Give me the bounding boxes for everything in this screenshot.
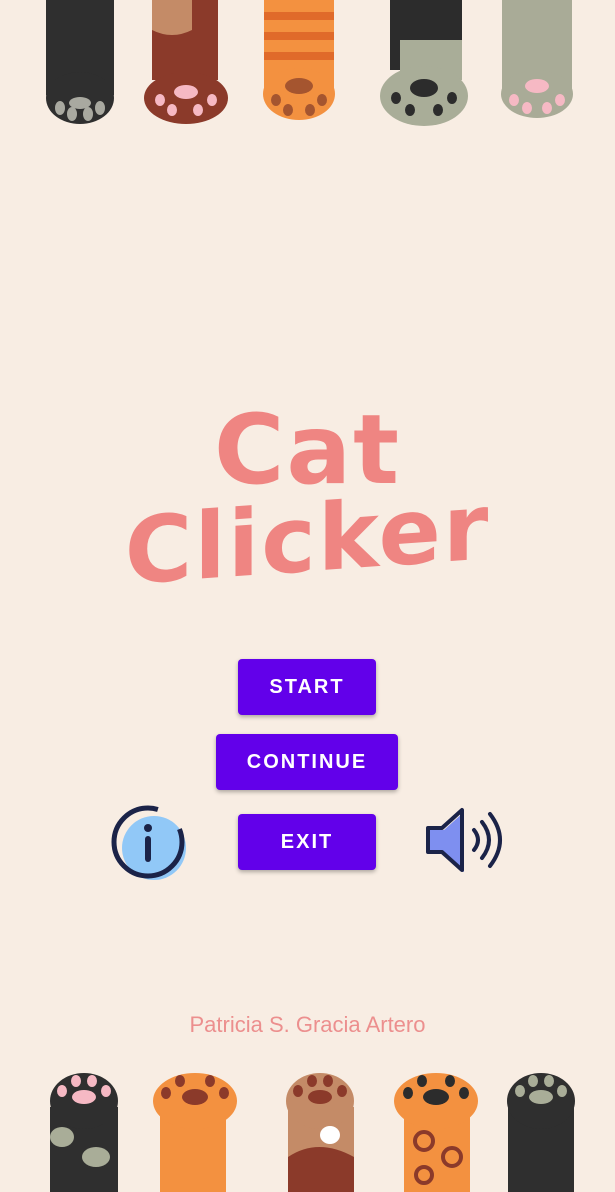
info-button[interactable] <box>110 804 190 884</box>
continue-button[interactable]: CONTINUE <box>216 734 398 790</box>
brown-paw-icon <box>144 0 228 124</box>
black-paw-icon <box>507 1073 575 1192</box>
exit-button[interactable]: EXIT <box>238 814 376 870</box>
calico-paw-icon <box>286 1073 354 1192</box>
top-cat-paws-decoration <box>0 0 615 135</box>
speaker-volume-icon <box>426 808 502 872</box>
info-icon <box>111 805 186 880</box>
light-grey-paw-icon <box>501 0 573 118</box>
orange-paw-icon <box>263 0 335 120</box>
bottom-cat-paws-decoration <box>0 1057 615 1192</box>
author-credit: Patricia S. Gracia Artero <box>189 1012 426 1037</box>
black-paw-icon <box>46 0 114 124</box>
start-button[interactable]: START <box>238 659 376 715</box>
leopard-paw-icon <box>394 1073 478 1192</box>
sound-toggle-button[interactable] <box>424 806 508 878</box>
orange-clawed-paw-icon <box>153 1073 237 1192</box>
black-spotted-paw-icon <box>50 1073 118 1192</box>
grey-paw-icon <box>380 0 468 126</box>
